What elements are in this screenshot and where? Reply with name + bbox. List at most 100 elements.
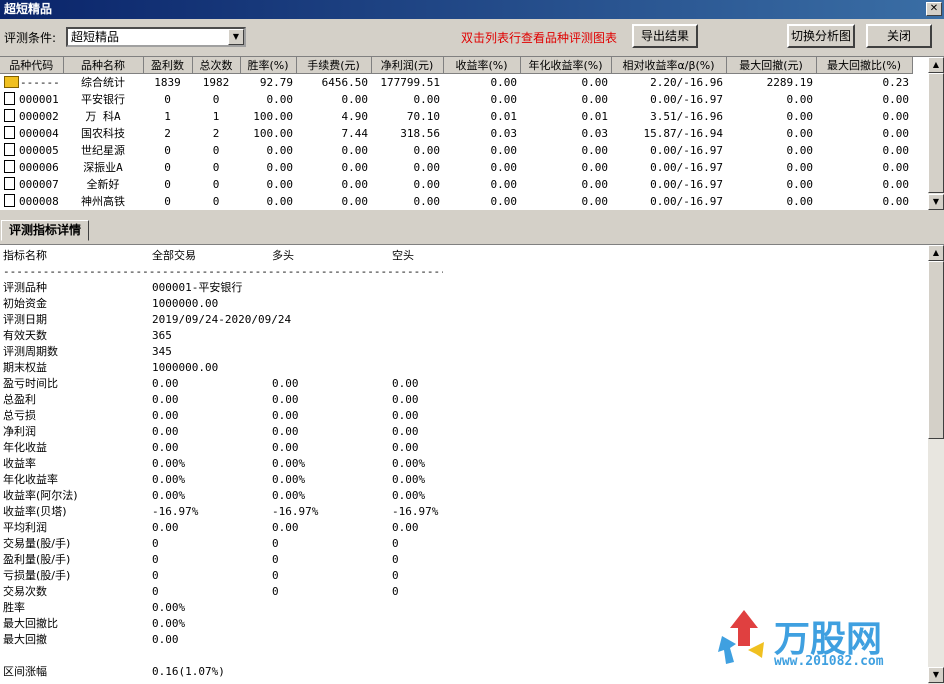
metric-name: 亏损量(股/手): [3, 569, 71, 582]
table-row[interactable]: 000008 神州高铁 0 0 0.00 0.00 0.00 0.00 0.00 0.00/-16…: [0, 193, 912, 210]
metric-value: 0.00: [152, 409, 179, 422]
window-titlebar: 超短精品 ✕: [0, 0, 944, 19]
metric-value: 345: [152, 345, 172, 358]
metric-value: 0.00: [152, 521, 179, 534]
metric-value: 0.00: [272, 393, 299, 406]
document-icon: [4, 109, 15, 122]
toolbar: 评测条件: 超短精品 ▼ 双击列表行查看品种评测图表 导出结果 切换分析图 关闭: [0, 19, 944, 55]
column-header[interactable]: 年化收益率(%): [520, 57, 612, 74]
value-cell: 0.00: [882, 109, 910, 123]
metric-value: 0.00: [152, 633, 179, 646]
column-header[interactable]: 最大回撤(元): [726, 57, 817, 74]
value-cell: 0.00: [413, 160, 441, 174]
code-text: 000005: [19, 144, 59, 157]
value-cell: 0.00: [341, 194, 369, 208]
tab-metrics-detail[interactable]: 评测指标详情: [1, 220, 89, 241]
metric-value: 0.00: [392, 409, 419, 422]
value-cell: 0: [164, 143, 171, 157]
metric-value: 0.00: [272, 409, 299, 422]
switch-chart-button[interactable]: 切换分析图: [787, 24, 855, 48]
metrics-detail-panel: 指标名称 全部交易 多头 空头 ------------------------…: [0, 244, 944, 684]
value-cell: 0.23: [882, 75, 910, 89]
value-cell: 0.00: [786, 92, 814, 106]
results-grid: 品种代码 品种名称 盈利数 总次数 胜率(%) 手续费(元) 净利润(元) 收益率(%) 年化收…: [0, 56, 944, 210]
value-cell: 0: [212, 143, 220, 157]
metric-value: 0: [392, 569, 399, 582]
metric-value: 0: [392, 585, 399, 598]
value-cell: 0.00: [413, 143, 441, 157]
column-header[interactable]: 收益率(%): [443, 57, 521, 74]
detail-scroll-thumb[interactable]: [928, 261, 944, 439]
value-cell: 0.00: [490, 160, 518, 174]
detail-header-name: 指标名称: [3, 249, 47, 262]
code-text: 000006: [19, 161, 59, 174]
grid-scroll-thumb[interactable]: [928, 73, 944, 193]
export-button[interactable]: 导出结果: [632, 24, 698, 48]
metric-name: 初始资金: [3, 297, 47, 310]
table-row[interactable]: 000001 平安银行 0 0 0.00 0.00 0.00 0.00 0.00 0.00/-16…: [0, 91, 912, 108]
condition-label: 评测条件:: [4, 31, 57, 45]
value-cell: 0.00: [581, 143, 609, 157]
table-row[interactable]: 000002 万 科A 1 1 100.00 4.90 70.10 0.01 0.01 3.51/…: [0, 108, 912, 125]
value-cell: 0: [212, 92, 220, 106]
table-row[interactable]: 000007 全新好 0 0 0.00 0.00 0.00 0.00 0.00 0.00/-16.…: [0, 176, 912, 193]
value-cell: 0.00: [882, 143, 910, 157]
value-cell: 0.00: [882, 177, 910, 191]
metric-name: 评测日期: [3, 313, 47, 326]
column-header[interactable]: 品种代码: [0, 57, 64, 74]
value-cell: 0.00: [413, 177, 441, 191]
grid-scrollbar[interactable]: ▲ ▼: [928, 57, 944, 210]
table-row[interactable]: 000006 深振业A 0 0 0.00 0.00 0.00 0.00 0.00 0.00/-16…: [0, 159, 912, 176]
scroll-up-icon[interactable]: ▲: [928, 57, 944, 73]
chevron-down-icon[interactable]: ▼: [228, 29, 244, 45]
value-cell: 1839: [154, 75, 181, 89]
table-row[interactable]: 000004 国农科技 2 2 100.00 7.44 318.56 0.03 0.03 15.8…: [0, 125, 912, 142]
close-button[interactable]: 关闭: [866, 24, 932, 48]
value-cell: 0.00/-16.97: [650, 194, 723, 208]
column-header[interactable]: 相对收益率α/β(%): [611, 57, 727, 74]
window-close-button[interactable]: ✕: [926, 2, 942, 16]
code-cell: 000004: [0, 125, 63, 142]
metric-name: 交易量(股/手): [3, 537, 71, 550]
metric-name: 盈亏时间比: [3, 377, 58, 390]
metric-value: 0.00%: [272, 489, 306, 502]
value-cell: 0.00: [882, 160, 910, 174]
metric-name: 盈利量(股/手): [3, 553, 71, 566]
scroll-up-icon[interactable]: ▲: [928, 245, 944, 261]
code-text: 000007: [19, 178, 59, 191]
value-cell: 0: [212, 160, 220, 174]
value-cell: 0.00: [786, 194, 814, 208]
value-cell: 0: [212, 177, 220, 191]
column-header[interactable]: 总次数: [192, 57, 241, 74]
condition-select[interactable]: 超短精品 ▼: [66, 27, 246, 47]
detail-scrollbar[interactable]: ▲ ▼: [928, 245, 944, 684]
metric-value: -16.97%: [272, 505, 319, 518]
column-header[interactable]: 净利润(元): [371, 57, 444, 74]
value-cell: 0.00: [581, 75, 609, 89]
metric-value: 0.00%: [272, 473, 306, 486]
value-cell: 1982: [202, 75, 230, 89]
scroll-down-icon[interactable]: ▼: [928, 667, 944, 683]
code-text: 000004: [19, 127, 59, 140]
value-cell: 92.79: [259, 75, 293, 89]
column-header[interactable]: 最大回撤比(%): [816, 57, 913, 74]
value-cell: 2289.19: [766, 75, 813, 89]
column-header[interactable]: 胜率(%): [240, 57, 297, 74]
folder-icon: [4, 75, 19, 88]
value-cell: 0: [212, 194, 220, 208]
summary-row[interactable]: ------ 综合统计 1839 1982 92.79 6456.50 177799.51 0…: [0, 74, 912, 91]
metric-value: 0.00: [152, 441, 179, 454]
value-cell: 0.00: [786, 126, 814, 140]
scroll-down-icon[interactable]: ▼: [928, 194, 944, 210]
metric-value: 0.00%: [392, 457, 426, 470]
column-header[interactable]: 品种名称: [63, 57, 144, 74]
column-header[interactable]: 盈利数: [143, 57, 193, 74]
document-icon: [4, 126, 15, 139]
value-cell: 0.00: [882, 126, 910, 140]
metric-name: 胜率: [3, 601, 25, 614]
metric-value: 0.00%: [152, 617, 186, 630]
column-header[interactable]: 手续费(元): [296, 57, 372, 74]
table-row[interactable]: 000005 世纪星源 0 0 0.00 0.00 0.00 0.00 0.00 0.00/-16…: [0, 142, 912, 159]
metric-value: 0.00: [392, 425, 419, 438]
value-cell: 0.00/-16.97: [650, 160, 723, 174]
